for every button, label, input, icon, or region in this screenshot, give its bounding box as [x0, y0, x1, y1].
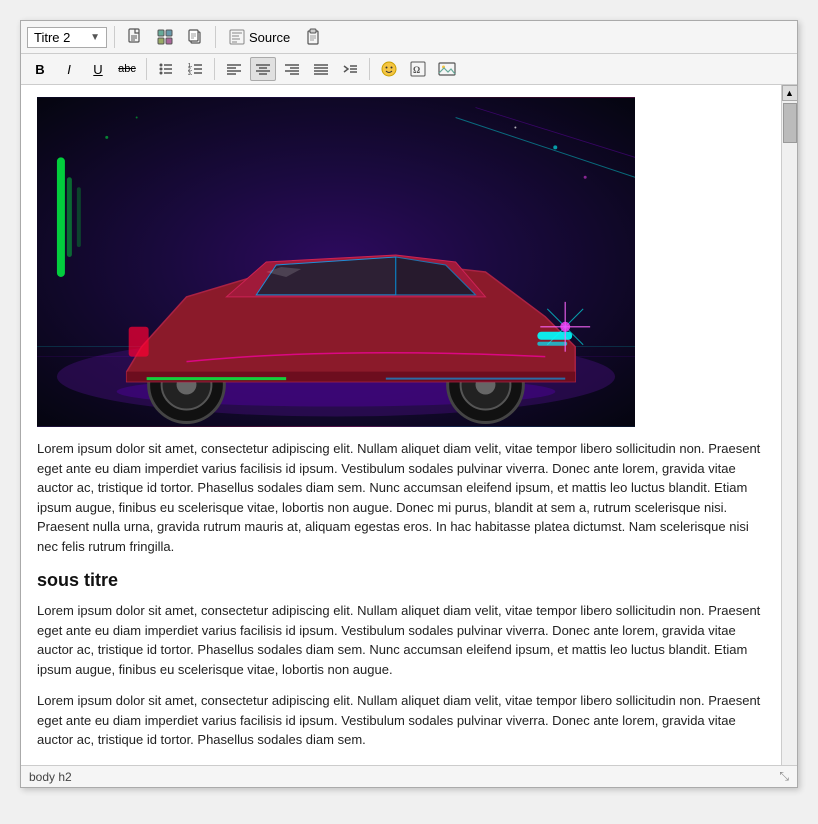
editor-container: Titre 2 ▼: [20, 20, 798, 788]
paragraph-2: Lorem ipsum dolor sit amet, consectetur …: [37, 601, 765, 679]
align-left-icon: [226, 61, 242, 77]
editor-image: [37, 97, 635, 427]
car-image-svg: [37, 97, 635, 427]
ul-icon: [158, 61, 174, 77]
unordered-list-button[interactable]: [153, 57, 179, 81]
indent-icon: [342, 61, 358, 77]
svg-text:Ω: Ω: [413, 65, 420, 75]
align-center-icon: [255, 61, 271, 77]
bold-button[interactable]: B: [27, 57, 53, 81]
editor-body: Lorem ipsum dolor sit amet, consectetur …: [21, 85, 797, 765]
templates-button[interactable]: [152, 25, 178, 49]
status-bar-text: body h2: [29, 770, 72, 784]
resize-handle-icon[interactable]: ⤡: [779, 769, 789, 784]
subtitle-2: sous titre: [37, 764, 765, 766]
paragraph-3: Lorem ipsum dolor sit amet, consectetur …: [37, 691, 765, 750]
subtitle-1: sous titre: [37, 570, 765, 591]
justify-icon: [313, 61, 329, 77]
italic-button[interactable]: I: [56, 57, 82, 81]
special-char-icon: Ω: [409, 60, 427, 78]
toolbar-bottom: B I U abc 1. 2. 3.: [21, 54, 797, 85]
scrollbar-thumb[interactable]: [783, 103, 797, 143]
align-center-button[interactable]: [250, 57, 276, 81]
style-dropdown-label: Titre 2: [34, 30, 70, 45]
separator-2: [215, 26, 216, 48]
ol-icon: 1. 2. 3.: [187, 61, 203, 77]
svg-text:3.: 3.: [188, 71, 193, 77]
new-doc-icon: [126, 28, 144, 46]
copy-button[interactable]: [182, 25, 208, 49]
editor-content[interactable]: Lorem ipsum dolor sit amet, consectetur …: [21, 85, 781, 765]
source-button[interactable]: Source: [223, 27, 296, 47]
scroll-up-button[interactable]: ▲: [782, 85, 798, 101]
source-label: Source: [249, 30, 290, 45]
paste-icon: [304, 28, 322, 46]
separator-1: [114, 26, 115, 48]
justify-button[interactable]: [308, 57, 334, 81]
align-left-button[interactable]: [221, 57, 247, 81]
separator-3: [146, 58, 147, 80]
align-right-button[interactable]: [279, 57, 305, 81]
toolbar-top: Titre 2 ▼: [21, 21, 797, 54]
ordered-list-button[interactable]: 1. 2. 3.: [182, 57, 208, 81]
scrollbar-track: ▲: [781, 85, 797, 765]
new-doc-button[interactable]: [122, 25, 148, 49]
source-code-icon: [229, 29, 245, 45]
status-bar: body h2 ⤡: [21, 765, 797, 787]
underline-button[interactable]: U: [85, 57, 111, 81]
separator-4: [214, 58, 215, 80]
smiley-icon: [380, 60, 398, 78]
paragraph-1: Lorem ipsum dolor sit amet, consectetur …: [37, 439, 765, 556]
templates-icon: [156, 28, 174, 46]
separator-5: [369, 58, 370, 80]
align-right-icon: [284, 61, 300, 77]
image-button[interactable]: [434, 57, 460, 81]
strikethrough-button[interactable]: abc: [114, 57, 140, 81]
image-icon: [438, 60, 456, 78]
style-dropdown[interactable]: Titre 2 ▼: [27, 27, 107, 48]
smiley-button[interactable]: [376, 57, 402, 81]
paste-special-button[interactable]: [300, 25, 326, 49]
copy-icon: [186, 28, 204, 46]
special-char-button[interactable]: Ω: [405, 57, 431, 81]
dropdown-arrow-icon: ▼: [90, 32, 100, 43]
indent-button[interactable]: [337, 57, 363, 81]
